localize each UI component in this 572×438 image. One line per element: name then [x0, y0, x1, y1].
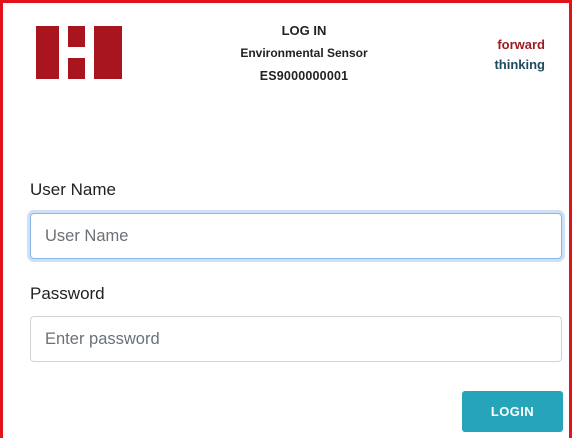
- username-label: User Name: [30, 180, 116, 199]
- logo-bar-left: [36, 26, 59, 79]
- login-button[interactable]: LOGIN: [462, 391, 563, 432]
- brand-tagline-line1: forward: [497, 37, 545, 52]
- device-id: ES9000000001: [259, 69, 349, 83]
- page-title: LOG IN: [281, 23, 327, 38]
- brand-tagline-line2: thinking: [494, 57, 545, 72]
- logo-bar-right: [94, 26, 122, 79]
- company-logo: [36, 26, 122, 79]
- login-panel: LOG IN Environmental Sensor ES9000000001…: [0, 0, 572, 438]
- brand-tagline: forward thinking: [494, 35, 545, 75]
- logo-block-top: [68, 26, 85, 47]
- password-input[interactable]: [30, 316, 562, 362]
- username-input[interactable]: [30, 213, 562, 259]
- device-name: Environmental Sensor: [240, 46, 368, 60]
- page-header: LOG IN Environmental Sensor ES9000000001: [199, 23, 409, 85]
- logo-block-bottom: [68, 58, 85, 79]
- password-label: Password: [30, 284, 105, 303]
